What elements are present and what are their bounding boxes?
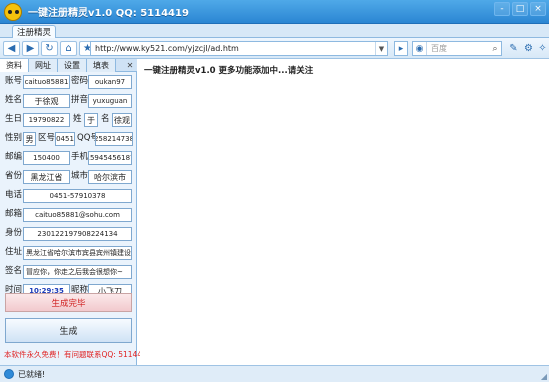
form-row: 省份 黑龙江省 城市 哈尔滨市 (0, 167, 137, 186)
search-box[interactable]: ◉ 百度 ⌕ (412, 41, 502, 56)
address-label: 住址 (5, 247, 23, 257)
given-name-label: 名 (101, 114, 110, 124)
window-title: 一键注册精灵v1.0 QQ: 5114419 (28, 8, 189, 19)
account-field[interactable]: caituo85881 (23, 75, 70, 89)
tools-icon[interactable]: ✧ (535, 41, 549, 56)
signature-field[interactable]: 冒应你，你走之后我会很想你~ (23, 265, 132, 279)
window-controls: - □ × (494, 2, 546, 16)
side-panel: 资料 网址 设置 填表 ✕ 账号 caituo85881 密码 oukan97 … (0, 59, 152, 365)
back-arrow-icon[interactable]: ◀ (3, 40, 20, 56)
area-code-label: 区号 (38, 133, 56, 143)
signature-label: 签名 (5, 266, 23, 276)
resize-grip-icon[interactable]: ◢ (541, 372, 547, 381)
pinyin-label: 拼音 (71, 95, 89, 105)
phone-label: 电话 (5, 190, 23, 200)
close-button[interactable]: × (530, 2, 546, 16)
zip-field[interactable]: 150400 (23, 151, 70, 165)
tab-profile[interactable]: 资料 (0, 59, 29, 72)
gear-icon[interactable]: ⚙ (521, 41, 536, 56)
tab-fill-form[interactable]: 填表 (87, 59, 116, 72)
tab-settings[interactable]: 设置 (58, 59, 87, 72)
province-label: 省份 (5, 171, 23, 181)
form-row: 账号 caituo85881 密码 oukan97 (0, 72, 137, 91)
form-row: 姓名 于徐观 拼音 yuxuguan (0, 91, 137, 110)
app-logo-icon (4, 2, 22, 21)
zip-label: 邮编 (5, 152, 23, 162)
province-field[interactable]: 黑龙江省 (23, 170, 70, 184)
surname-label: 姓 (73, 114, 82, 124)
city-label: 城市 (71, 171, 89, 181)
form-row: 签名 冒应你，你走之后我会很想你~ (0, 262, 137, 281)
home-icon[interactable]: ⌂ (60, 40, 77, 56)
search-icon[interactable]: ⌕ (489, 42, 501, 55)
password-label: 密码 (71, 76, 89, 86)
close-icon[interactable]: ✕ (125, 60, 135, 70)
surname-field[interactable]: 于 (84, 113, 98, 127)
title-bar: 一键注册精灵v1.0 QQ: 5114419 - □ × (0, 0, 549, 24)
name-field[interactable]: 于徐观 (23, 94, 70, 108)
edit-icon[interactable]: ✎ (506, 41, 521, 56)
phone-field[interactable]: 0451-57910378 (23, 189, 132, 203)
form-row: 电话 0451-57910378 (0, 186, 137, 205)
qq-field[interactable]: 258214738 (95, 132, 133, 146)
id-label: 身份 (5, 228, 23, 238)
chevron-down-icon[interactable]: ▼ (375, 42, 387, 55)
tab-urls[interactable]: 网址 (29, 59, 58, 72)
address-field[interactable]: 黑龙江省哈尔滨市宾县宾州镇建设西 (23, 246, 132, 260)
address-input[interactable]: http://www.ky521.com/yjzcjl/ad.htm (91, 44, 375, 53)
id-field[interactable]: 230122197908224134 (23, 227, 132, 241)
footer-note: 本软件永久免费！有问题联系QQ: 5114419 (4, 350, 152, 359)
gender-label: 性别 (5, 133, 23, 143)
web-content: 一键注册精灵v1.0 更多功能添加中...请关注 (140, 59, 549, 365)
refresh-icon[interactable]: ↻ (41, 40, 58, 56)
name-label: 姓名 (5, 95, 23, 105)
tab-bar: 注册精灵 (0, 24, 549, 38)
generate-button[interactable]: 生成 (5, 318, 132, 343)
form-row: 住址 黑龙江省哈尔滨市宾县宾州镇建设西 (0, 243, 137, 262)
tab-register-wizard[interactable]: 注册精灵 (12, 25, 56, 38)
status-text: 已就绪! (18, 369, 46, 379)
maximize-button[interactable]: □ (512, 2, 528, 16)
forward-arrow-icon[interactable]: ▶ (22, 40, 39, 56)
form-row: 性别 男 区号 0451 QQ号 258214738 (0, 129, 137, 148)
email-label: 邮箱 (5, 209, 23, 219)
form-row: 生日 19790822 姓 于 名 徐观 (0, 110, 137, 129)
account-label: 账号 (5, 76, 23, 86)
minimize-button[interactable]: - (494, 2, 510, 16)
globe-icon (4, 369, 14, 379)
gender-field[interactable]: 男 (23, 132, 36, 146)
birthday-label: 生日 (5, 114, 23, 124)
password-field[interactable]: oukan97 (88, 75, 132, 89)
city-field[interactable]: 哈尔滨市 (88, 170, 132, 184)
content-text: 一键注册精灵v1.0 更多功能添加中...请关注 (144, 66, 314, 76)
area-code-field[interactable]: 0451 (55, 132, 75, 146)
mobile-field[interactable]: 15945456187 (88, 151, 132, 165)
pinyin-field[interactable]: yuxuguan (88, 94, 132, 108)
birthday-field[interactable]: 19790822 (23, 113, 70, 127)
form-row: 邮箱 caituo85881@sohu.com (0, 205, 137, 224)
address-bar[interactable]: http://www.ky521.com/yjzcjl/ad.htm ▼ (90, 41, 388, 56)
status-bar: 已就绪! ◢ (0, 365, 549, 382)
go-icon[interactable]: ▸ (394, 41, 408, 56)
mobile-label: 手机 (71, 152, 89, 162)
given-name-field[interactable]: 徐观 (112, 113, 132, 127)
browser-toolbar: ◀ ▶ ↻ ⌂ ★ http://www.ky521.com/yjzcjl/ad… (0, 38, 549, 59)
panel-tabs: 资料 网址 设置 填表 ✕ (0, 59, 137, 72)
search-engine-icon[interactable]: ◉ (413, 42, 427, 55)
generate-done-button[interactable]: 生成完毕 (5, 293, 132, 312)
email-field[interactable]: caituo85881@sohu.com (23, 208, 132, 222)
search-input[interactable]: 百度 (427, 43, 489, 54)
form-row: 邮编 150400 手机 15945456187 (0, 148, 137, 167)
form-row: 身份 230122197908224134 (0, 224, 137, 243)
